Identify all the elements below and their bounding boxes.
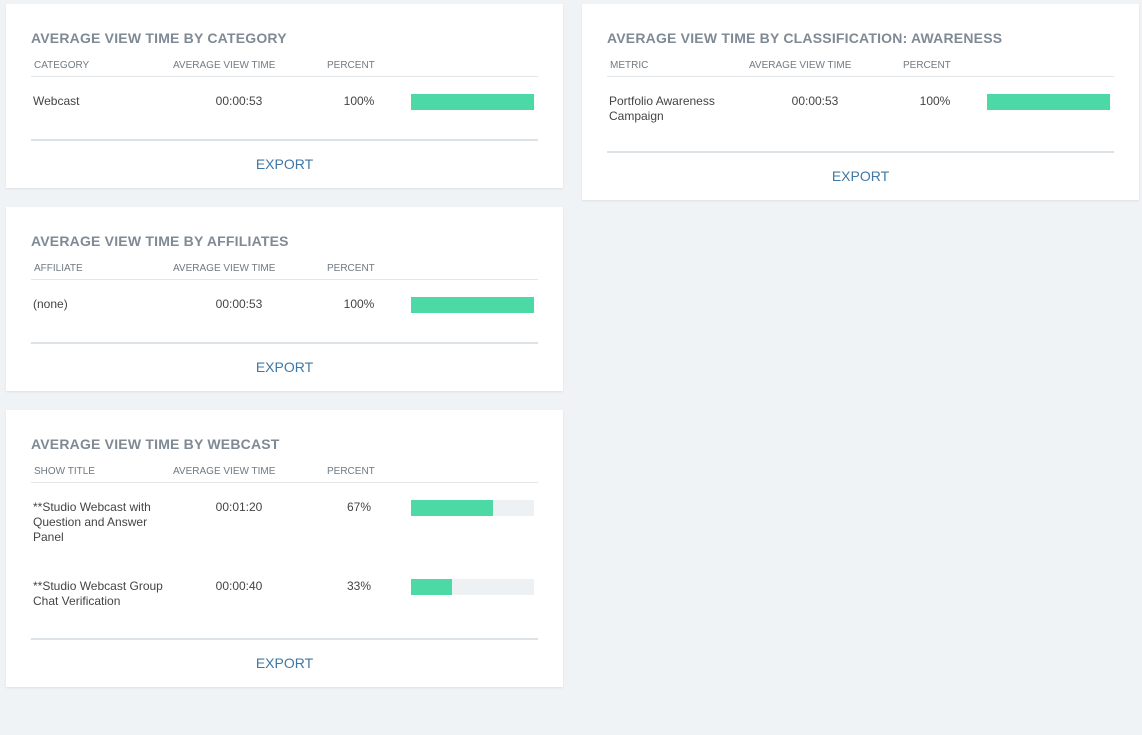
row-time: 00:00:53 bbox=[215, 94, 263, 108]
table-row: (none) 00:00:53 100% bbox=[31, 280, 538, 342]
percent-bar bbox=[411, 297, 534, 313]
card-affiliates: AVERAGE VIEW TIME BY AFFILIATES AFFILIAT… bbox=[6, 207, 563, 391]
header-avg-view-time: AVERAGE VIEW TIME bbox=[173, 263, 276, 274]
row-percent: 100% bbox=[919, 94, 951, 108]
row-percent: 100% bbox=[343, 297, 375, 311]
header-category: CATEGORY bbox=[34, 60, 90, 71]
table-row: Webcast 00:00:53 100% bbox=[31, 77, 538, 139]
table-header: AFFILIATE AVERAGE VIEW TIME PERCENT bbox=[31, 263, 538, 280]
row-label: **Studio Webcast with Question and Answe… bbox=[33, 500, 151, 544]
percent-bar-fill bbox=[411, 297, 534, 313]
header-percent: PERCENT bbox=[903, 60, 951, 71]
table-row: **Studio Webcast with Question and Answe… bbox=[31, 483, 538, 562]
header-percent: PERCENT bbox=[327, 60, 375, 71]
export-button[interactable]: EXPORT bbox=[31, 640, 538, 671]
left-column: AVERAGE VIEW TIME BY CATEGORY CATEGORY A… bbox=[6, 4, 563, 706]
export-button[interactable]: EXPORT bbox=[31, 344, 538, 375]
header-metric: METRIC bbox=[610, 60, 649, 71]
card-title: AVERAGE VIEW TIME BY CATEGORY bbox=[31, 30, 287, 46]
row-label: **Studio Webcast Group Chat Verification bbox=[33, 579, 163, 608]
card-title: AVERAGE VIEW TIME BY AFFILIATES bbox=[31, 233, 289, 249]
card-category: AVERAGE VIEW TIME BY CATEGORY CATEGORY A… bbox=[6, 4, 563, 188]
row-time: 00:01:20 bbox=[215, 500, 263, 514]
header-show-title: SHOW TITLE bbox=[34, 466, 95, 477]
percent-bar bbox=[411, 579, 534, 595]
percent-bar bbox=[411, 500, 534, 516]
card-classification: AVERAGE VIEW TIME BY CLASSIFICATION: AWA… bbox=[582, 4, 1139, 200]
percent-bar-fill bbox=[411, 500, 494, 516]
export-button[interactable]: EXPORT bbox=[607, 153, 1114, 184]
header-avg-view-time: AVERAGE VIEW TIME bbox=[749, 60, 852, 71]
row-percent: 100% bbox=[343, 94, 375, 108]
export-button[interactable]: EXPORT bbox=[31, 141, 538, 172]
table-header: CATEGORY AVERAGE VIEW TIME PERCENT bbox=[31, 60, 538, 77]
row-label: Portfolio Awareness Campaign bbox=[609, 94, 715, 123]
percent-bar-fill bbox=[411, 94, 534, 110]
header-percent: PERCENT bbox=[327, 466, 375, 477]
card-title: AVERAGE VIEW TIME BY WEBCAST bbox=[31, 436, 280, 452]
right-column: AVERAGE VIEW TIME BY CLASSIFICATION: AWA… bbox=[582, 4, 1139, 219]
header-affiliate: AFFILIATE bbox=[34, 263, 83, 274]
row-label: (none) bbox=[33, 297, 68, 311]
dashboard-page: AVERAGE VIEW TIME BY CATEGORY CATEGORY A… bbox=[0, 0, 1142, 735]
header-avg-view-time: AVERAGE VIEW TIME bbox=[173, 466, 276, 477]
header-avg-view-time: AVERAGE VIEW TIME bbox=[173, 60, 276, 71]
percent-bar-fill bbox=[411, 579, 452, 595]
row-label: Webcast bbox=[33, 94, 80, 108]
card-webcast: AVERAGE VIEW TIME BY WEBCAST SHOW TITLE … bbox=[6, 410, 563, 687]
row-percent: 33% bbox=[346, 579, 372, 593]
row-percent: 67% bbox=[346, 500, 372, 514]
header-percent: PERCENT bbox=[327, 263, 375, 274]
row-time: 00:00:53 bbox=[791, 94, 839, 108]
percent-bar bbox=[411, 94, 534, 110]
table-header: SHOW TITLE AVERAGE VIEW TIME PERCENT bbox=[31, 466, 538, 483]
percent-bar-fill bbox=[987, 94, 1110, 110]
card-title: AVERAGE VIEW TIME BY CLASSIFICATION: AWA… bbox=[607, 30, 1003, 46]
row-time: 00:00:53 bbox=[215, 297, 263, 311]
table-row: Portfolio Awareness Campaign 00:00:53 10… bbox=[607, 77, 1114, 151]
percent-bar bbox=[987, 94, 1110, 110]
row-time: 00:00:40 bbox=[215, 579, 263, 593]
table-row: **Studio Webcast Group Chat Verification… bbox=[31, 562, 538, 638]
table-header: METRIC AVERAGE VIEW TIME PERCENT bbox=[607, 60, 1114, 77]
